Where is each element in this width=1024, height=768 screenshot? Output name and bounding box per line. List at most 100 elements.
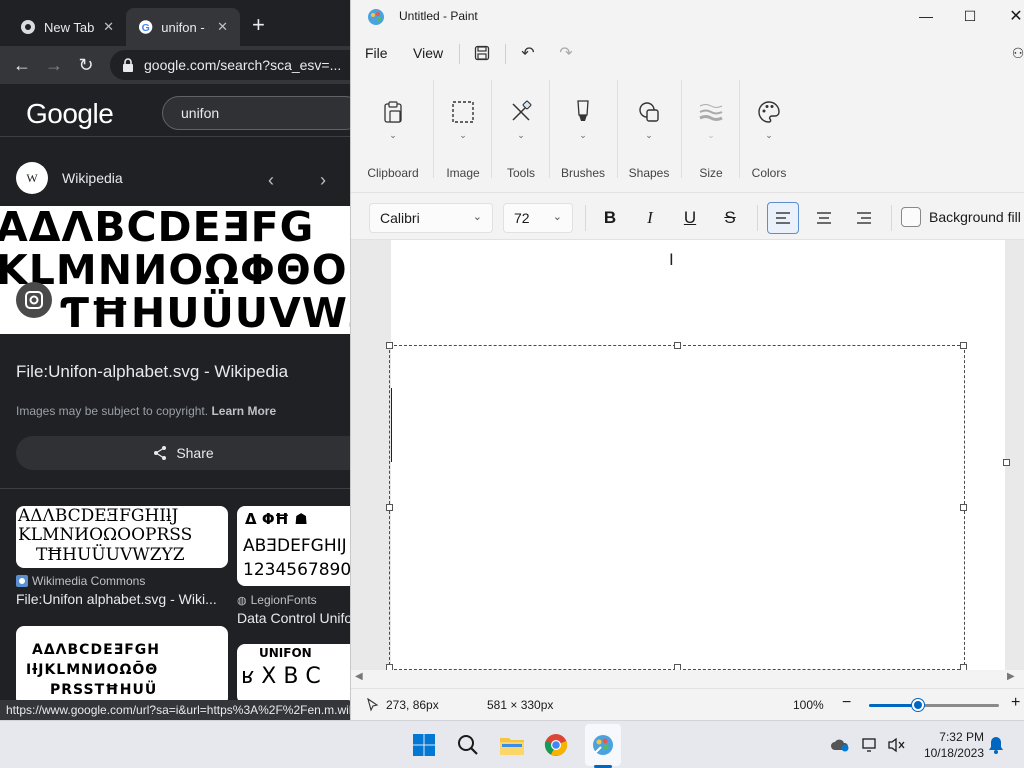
- text-selection-box[interactable]: [386, 342, 967, 671]
- align-right-icon: [857, 212, 871, 224]
- zoom-in-icon[interactable]: +: [1011, 694, 1020, 712]
- result-source[interactable]: Wikimedia Commons: [16, 574, 145, 588]
- font-family-dropdown[interactable]: Calibri ⌄: [369, 203, 493, 233]
- google-results-page: Google unifon W Wikipedia ‹ › AΔΛBCDEƎFG…: [0, 84, 350, 720]
- lens-icon[interactable]: [16, 282, 52, 318]
- reload-icon[interactable]: ↻: [70, 49, 102, 81]
- ribbon-group-image[interactable]: ⌄ Image: [443, 74, 483, 184]
- ribbon-label: Clipboard: [367, 166, 419, 180]
- redo-icon[interactable]: ↷: [555, 42, 577, 64]
- undo-icon[interactable]: ↶: [517, 42, 539, 64]
- volume-muted-icon[interactable]: [880, 729, 912, 761]
- strikethrough-button[interactable]: S: [715, 205, 745, 231]
- result-thumbnail[interactable]: AΔΛBCDEƎFGH IƚJKLMNИOΩŌΘ PRSSTĦHUÜ: [16, 626, 228, 706]
- start-icon[interactable]: [408, 729, 440, 761]
- globe-icon: ◍: [237, 594, 247, 607]
- close-icon[interactable]: ✕: [993, 0, 1024, 32]
- chevron-down-icon: ⌄: [389, 130, 397, 140]
- thumb-line: ʁ X B C: [241, 664, 321, 689]
- system-clock[interactable]: 7:32 PM 10/18/2023: [920, 729, 984, 761]
- font-size-dropdown[interactable]: 72 ⌄: [503, 203, 573, 233]
- forward-icon[interactable]: →: [38, 49, 70, 81]
- divider: [585, 205, 586, 231]
- ribbon-group-shapes[interactable]: ⌄ Shapes: [627, 74, 671, 184]
- resize-handle[interactable]: [386, 342, 393, 349]
- brush-icon: [569, 98, 597, 126]
- horizontal-scrollbar[interactable]: ◀ ▶: [351, 670, 1024, 686]
- text-cursor-icon: I: [669, 250, 674, 269]
- ribbon-label: Colors: [751, 166, 787, 180]
- share-button[interactable]: Share: [16, 436, 350, 470]
- file-title[interactable]: File:Unifon-alphabet.svg - Wikipedia: [16, 362, 288, 382]
- ribbon-group-brushes[interactable]: ⌄ Brushes: [561, 74, 605, 184]
- minimize-icon[interactable]: —: [903, 0, 949, 32]
- ribbon-group-colors[interactable]: ⌄ Colors: [749, 74, 789, 184]
- new-tab-button[interactable]: +: [252, 12, 265, 38]
- chevron-down-icon: ⌄: [579, 130, 587, 140]
- divider: [757, 205, 758, 231]
- result-thumbnail[interactable]: UNIFON ʁ X B C: [237, 644, 350, 704]
- thumb-line: TĦHUÜUVWZYZ: [36, 545, 185, 565]
- align-right-button[interactable]: [849, 205, 879, 231]
- tab-unifon[interactable]: G unifon - G ✕: [126, 8, 240, 46]
- ribbon-group-size[interactable]: ⌄ Size: [691, 74, 731, 184]
- ribbon-label: Brushes: [560, 166, 606, 180]
- resize-handle[interactable]: [674, 342, 681, 349]
- resize-handle[interactable]: [960, 342, 967, 349]
- zoom-slider-fill: [869, 704, 919, 707]
- file-explorer-icon[interactable]: [496, 729, 528, 761]
- source-row[interactable]: W Wikipedia: [16, 162, 123, 194]
- selection-size: 581 × 330px: [487, 698, 554, 712]
- learn-more-link[interactable]: Learn More: [211, 404, 276, 418]
- back-icon[interactable]: ←: [6, 49, 38, 81]
- preview-image[interactable]: AΔΛBCDEƎFG KLMNИOΩΦΘOR ƬĦHUÜUVWZ: [0, 206, 350, 334]
- scroll-left-icon[interactable]: ◀: [355, 671, 363, 682]
- menu-view[interactable]: View: [413, 45, 443, 61]
- background-fill-checkbox[interactable]: [901, 207, 921, 227]
- save-icon[interactable]: [471, 42, 493, 64]
- address-bar[interactable]: google.com/search?sca_esv=...: [110, 50, 350, 80]
- account-icon[interactable]: ⚇: [1007, 42, 1024, 64]
- divider: [491, 80, 492, 178]
- italic-button[interactable]: I: [635, 205, 665, 231]
- thumb-line: AΔΛBCDEƎFGHIƚJ: [18, 506, 179, 526]
- scroll-right-icon[interactable]: ▶: [1007, 671, 1015, 682]
- zoom-slider-thumb[interactable]: [912, 699, 925, 711]
- paint-taskbar-icon[interactable]: [587, 729, 619, 761]
- result-title[interactable]: File:Unifon alphabet.svg - Wiki...: [16, 591, 217, 607]
- align-left-button[interactable]: [767, 202, 799, 234]
- chrome-window: New Tab ✕ G unifon - G ✕ + ← → ↻ google.…: [0, 0, 350, 720]
- chevron-right-icon[interactable]: ›: [320, 170, 326, 191]
- underline-button[interactable]: U: [675, 205, 705, 231]
- chrome-taskbar-icon[interactable]: [540, 729, 572, 761]
- close-tab-icon[interactable]: ✕: [103, 19, 114, 35]
- result-thumbnail[interactable]: AΔΛBCDEƎFGHIƚJ KLMNИOΩOOPRSS TĦHUÜUVWZYZ: [16, 506, 228, 568]
- notification-bell-icon[interactable]: [980, 729, 1012, 761]
- preview-line: KLMNИOΩΦΘOR: [0, 246, 350, 294]
- resize-handle[interactable]: [386, 504, 393, 511]
- chevron-left-icon[interactable]: ‹: [268, 170, 274, 191]
- close-tab-icon[interactable]: ✕: [217, 19, 228, 35]
- ribbon-group-clipboard[interactable]: ⌄ Clipboard: [365, 74, 421, 184]
- maximize-icon[interactable]: ☐: [947, 0, 993, 32]
- search-icon[interactable]: [452, 729, 484, 761]
- title-bar[interactable]: Untitled - Paint — ☐ ✕: [351, 0, 1024, 34]
- bold-button[interactable]: B: [595, 205, 625, 231]
- chevron-down-icon: ⌄: [552, 211, 562, 223]
- zoom-slider[interactable]: [869, 699, 999, 711]
- menu-file[interactable]: File: [365, 45, 388, 61]
- google-logo[interactable]: Google: [26, 98, 114, 130]
- ribbon-label: Shapes: [628, 166, 670, 180]
- resize-handle[interactable]: [960, 504, 967, 511]
- zoom-out-icon[interactable]: −: [842, 694, 851, 712]
- tab-new-tab[interactable]: New Tab ✕: [8, 8, 126, 46]
- search-input[interactable]: unifon: [162, 96, 350, 130]
- onedrive-icon[interactable]: [824, 729, 856, 761]
- result-title[interactable]: Data Control Unifo: [237, 610, 350, 626]
- ribbon-group-tools[interactable]: ⌄ Tools: [501, 74, 541, 184]
- result-thumbnail[interactable]: Δ ΦĦ ☗ ABƎDEFGHIJ 1234567890: [237, 506, 350, 586]
- divider: [549, 80, 550, 178]
- align-center-button[interactable]: [809, 205, 839, 231]
- result-source[interactable]: ◍ LegionFonts: [237, 593, 317, 607]
- canvas-resize-handle[interactable]: [1003, 459, 1010, 466]
